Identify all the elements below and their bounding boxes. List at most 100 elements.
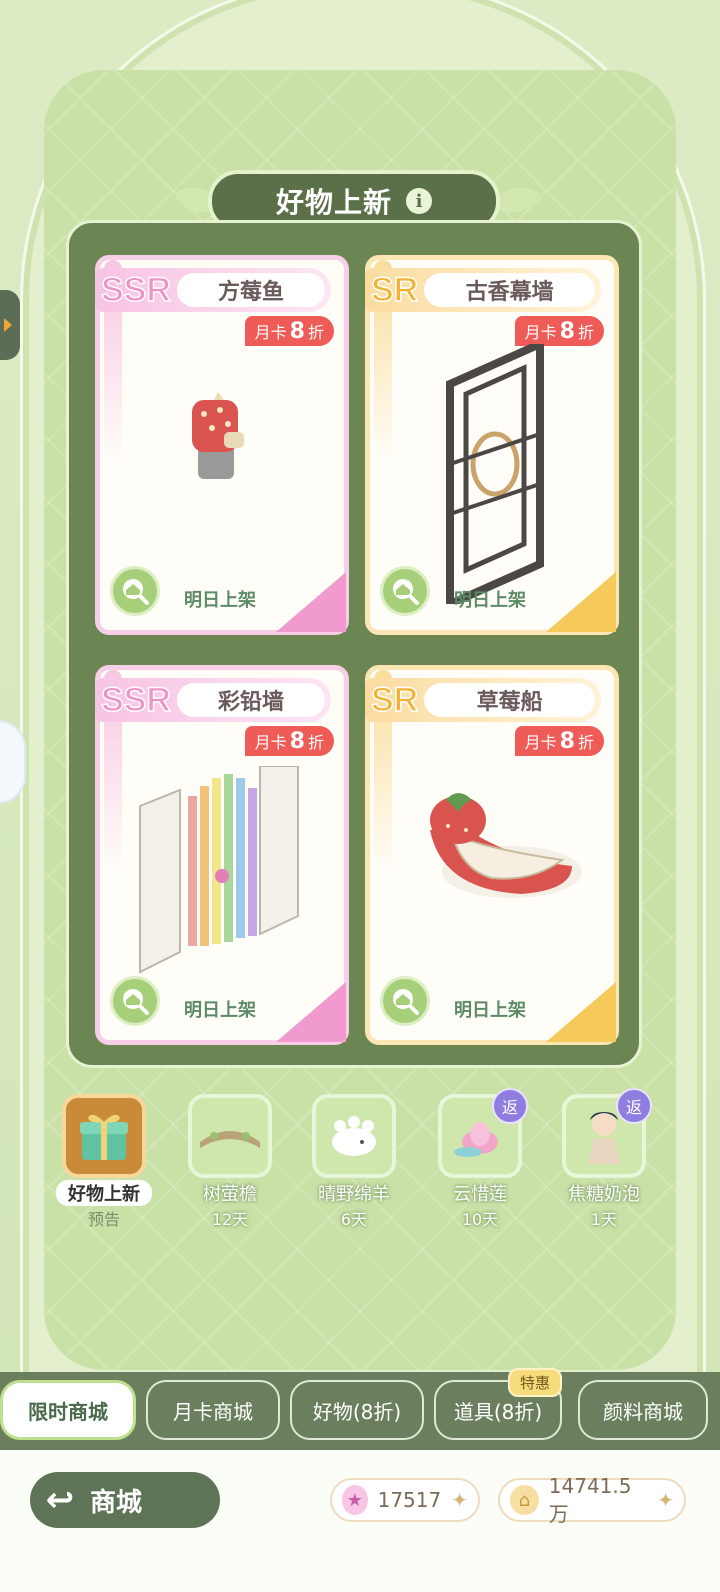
thumb-image bbox=[62, 1094, 146, 1178]
house-magnifier-icon bbox=[123, 579, 149, 605]
rarity-label: SR bbox=[370, 680, 419, 720]
add-star-icon[interactable]: ✦ bbox=[451, 1488, 468, 1512]
thumb-image bbox=[312, 1094, 396, 1178]
preview-button[interactable] bbox=[110, 566, 160, 616]
house-magnifier-icon bbox=[393, 989, 419, 1015]
card-header: SR 古香幕墙 bbox=[365, 268, 601, 312]
availability-text: 明日上架 bbox=[454, 590, 526, 611]
item-card[interactable]: SR 古香幕墙 月卡 8 折 明日上架 bbox=[365, 255, 619, 635]
category-thumb[interactable]: 返 焦糖奶泡 1天 bbox=[556, 1088, 652, 1234]
thumb-label: 云惜莲 bbox=[453, 1184, 507, 1205]
star-currency[interactable]: ★ 17517 ✦ bbox=[330, 1478, 480, 1522]
badge-suffix: 折 bbox=[307, 323, 324, 342]
item-name: 彩铅墙 bbox=[176, 683, 325, 717]
thumb-image: 返 bbox=[562, 1088, 652, 1178]
gift-box-icon bbox=[80, 1114, 128, 1160]
category-thumb[interactable]: 树萤檐 12天 bbox=[182, 1094, 278, 1234]
badge-prefix: 月卡 bbox=[524, 323, 557, 342]
corner-decoration bbox=[546, 982, 616, 1042]
category-thumb[interactable]: 返 云惜莲 10天 bbox=[432, 1088, 528, 1234]
preview-button[interactable] bbox=[110, 976, 160, 1026]
badge-suffix: 折 bbox=[577, 733, 594, 752]
thumb-subtext: 1天 bbox=[590, 1210, 618, 1229]
page-title: 好物上新 bbox=[275, 186, 392, 219]
rarity-label: SSR bbox=[100, 680, 171, 720]
tab-label: 颜料商城 bbox=[603, 1399, 683, 1424]
thumb-image bbox=[188, 1094, 272, 1178]
shop-tab-bar: 限时商城 月卡商城 好物(8折) 道具(8折) 特惠 颜料商城 bbox=[0, 1368, 720, 1450]
discount-badge: 月卡 8 折 bbox=[244, 726, 334, 756]
rarity-label: SR bbox=[370, 270, 419, 310]
tab-label: 限时商城 bbox=[28, 1399, 108, 1424]
thumb-subtext: 预告 bbox=[87, 1210, 120, 1229]
item-card[interactable]: SSR 方莓鱼 月卡 8 折 明日上架 bbox=[95, 255, 349, 635]
badge-number: 8 bbox=[559, 318, 575, 344]
tab-props-discount[interactable]: 道具(8折) 特惠 bbox=[434, 1368, 562, 1440]
strawberry-fish-image bbox=[192, 392, 244, 479]
corner-decoration bbox=[276, 572, 346, 632]
availability-text: 明日上架 bbox=[184, 590, 256, 611]
discount-badge: 月卡 8 折 bbox=[514, 726, 604, 756]
item-card[interactable]: SR 草莓船 月卡 8 折 明日上架 bbox=[365, 665, 619, 1045]
badge-suffix: 折 bbox=[307, 733, 324, 752]
discount-badge: 月卡 8 折 bbox=[244, 316, 334, 346]
badge-suffix: 折 bbox=[577, 323, 594, 342]
card-header: SSR 彩铅墙 bbox=[95, 678, 331, 722]
thumb-label: 晴野绵羊 bbox=[318, 1184, 390, 1205]
card-header: SSR 方莓鱼 bbox=[95, 268, 331, 312]
tab-label: 道具(8折) bbox=[453, 1399, 543, 1424]
item-name: 方莓鱼 bbox=[176, 273, 325, 307]
badge-prefix: 月卡 bbox=[254, 323, 287, 342]
side-drawer-handle[interactable] bbox=[0, 290, 20, 360]
thumb-label: 树萤檐 bbox=[203, 1184, 257, 1205]
coin-currency[interactable]: ⌂ 14741.5万 ✦ bbox=[498, 1474, 686, 1526]
category-thumb-new-goods[interactable]: 好物上新 预告 bbox=[56, 1094, 152, 1234]
tab-limited-shop[interactable]: 限时商城 bbox=[0, 1380, 136, 1440]
thumb-subtext: 6天 bbox=[340, 1210, 368, 1229]
crayon-wall-image bbox=[139, 766, 299, 974]
badge-number: 8 bbox=[559, 728, 575, 754]
thumb-image: 返 bbox=[438, 1088, 528, 1178]
tab-paint-shop[interactable]: 颜料商城 bbox=[578, 1380, 708, 1440]
thumb-label: 好物上新 bbox=[56, 1180, 152, 1206]
corner-decoration bbox=[546, 572, 616, 632]
star-icon: ★ bbox=[342, 1485, 368, 1515]
rarity-label: SSR bbox=[100, 270, 171, 310]
availability-text: 明日上架 bbox=[184, 1000, 256, 1021]
coin-amount: 14741.5万 bbox=[548, 1473, 632, 1526]
card-header: SR 草莓船 bbox=[365, 678, 601, 722]
item-name: 古香幕墙 bbox=[424, 273, 595, 307]
eaves-icon bbox=[200, 1131, 260, 1148]
thumb-subtext: 12天 bbox=[211, 1210, 249, 1229]
info-icon[interactable]: i bbox=[406, 188, 432, 214]
return-badge: 返 bbox=[492, 1088, 528, 1124]
tab-goods-discount[interactable]: 好物(8折) bbox=[290, 1380, 424, 1440]
tab-label: 好物(8折) bbox=[312, 1399, 402, 1424]
item-name: 草莓船 bbox=[424, 683, 595, 717]
preview-button[interactable] bbox=[380, 566, 430, 616]
thumb-subtext: 10天 bbox=[461, 1210, 499, 1229]
item-card[interactable]: SSR 彩铅墙 月卡 8 折 明日上架 bbox=[95, 665, 349, 1045]
back-label: 商城 bbox=[90, 1487, 143, 1518]
house-magnifier-icon bbox=[123, 989, 149, 1015]
bottom-bar: ↩ 商城 ★ 17517 ✦ ⌂ 14741.5万 ✦ bbox=[0, 1450, 720, 1592]
add-coin-icon[interactable]: ✦ bbox=[657, 1488, 674, 1512]
tab-monthly-card-shop[interactable]: 月卡商城 bbox=[146, 1380, 280, 1440]
badge-number: 8 bbox=[289, 728, 305, 754]
special-offer-tag: 特惠 bbox=[507, 1368, 562, 1397]
back-arrow-icon: ↩ bbox=[45, 1480, 75, 1520]
new-items-grid: SSR 方莓鱼 月卡 8 折 明日上架 SR 古香幕墙 月卡 8 折 明日上架 … bbox=[66, 220, 642, 1068]
preview-button[interactable] bbox=[380, 976, 430, 1026]
corner-decoration bbox=[276, 982, 346, 1042]
screen-wall-image bbox=[446, 344, 544, 604]
category-thumb[interactable]: 晴野绵羊 6天 bbox=[306, 1094, 402, 1234]
thumb-label: 焦糖奶泡 bbox=[568, 1184, 640, 1205]
coin-icon: ⌂ bbox=[510, 1485, 539, 1515]
back-button[interactable]: ↩ 商城 bbox=[30, 1472, 220, 1528]
return-badge: 返 bbox=[616, 1088, 652, 1124]
discount-badge: 月卡 8 折 bbox=[514, 316, 604, 346]
house-magnifier-icon bbox=[393, 579, 419, 605]
sheep-icon bbox=[332, 1116, 376, 1156]
star-amount: 17517 bbox=[377, 1488, 442, 1512]
badge-number: 8 bbox=[289, 318, 305, 344]
